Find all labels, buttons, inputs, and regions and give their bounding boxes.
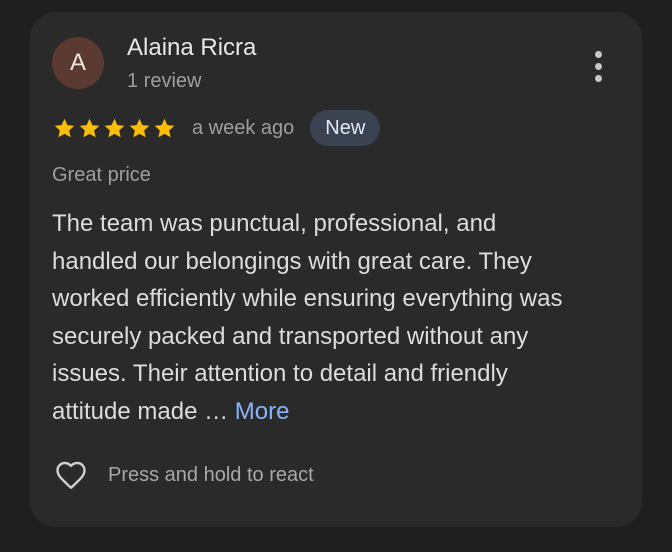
more-link[interactable]: More — [235, 398, 290, 425]
react-hint: Press and hold to react — [108, 463, 314, 486]
review-text-line: securely packed and transported without … — [52, 322, 529, 350]
review-text-last-line: attitude made … More — [52, 393, 622, 431]
review-count: 1 review — [127, 70, 202, 92]
review-text-line: The team was punctual, professional, and — [52, 210, 497, 237]
react-row[interactable]: Press and hold to react — [52, 455, 314, 495]
star-icon — [79, 118, 100, 137]
star-icon — [129, 118, 150, 137]
review-text: The team was punctual, professional, and… — [52, 205, 622, 430]
review-date: a week ago — [192, 116, 295, 139]
avatar-initial: A — [69, 49, 86, 76]
more-vert-icon-dot — [594, 74, 602, 82]
review-text-line: handled our belongings with great care. … — [52, 247, 532, 275]
review-text-line: issues. Their attention to detail and fr… — [52, 360, 508, 387]
star-icon — [54, 118, 75, 137]
review-text-line: worked efficiently while ensuring everyt… — [52, 285, 563, 312]
review-tag: Great price — [52, 164, 151, 186]
new-badge: New — [310, 110, 381, 146]
star-icon — [104, 118, 125, 137]
more-vert-icon-dot — [594, 50, 602, 58]
star-rating — [52, 116, 177, 141]
more-options-button[interactable] — [586, 46, 610, 86]
star-icon — [154, 118, 175, 137]
review-card: A Alaina Ricra 1 review a week ago New G… — [30, 12, 642, 527]
more-vert-icon-dot — [594, 62, 602, 70]
rating-row: a week ago New — [52, 110, 381, 146]
review-text-line: attitude made … — [52, 397, 235, 425]
heart-outline-icon[interactable] — [52, 457, 90, 493]
avatar[interactable]: A — [52, 37, 104, 89]
reviewer-name[interactable]: Alaina Ricra — [127, 34, 256, 62]
